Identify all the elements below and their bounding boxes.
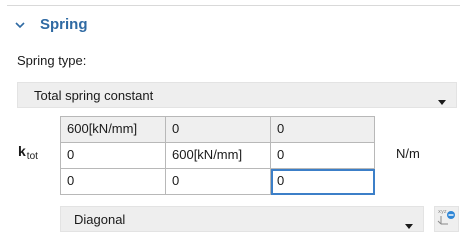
spring-type-label: Spring type: — [17, 53, 87, 68]
spring-type-select[interactable]: Total spring constant — [17, 82, 457, 108]
matrix-cell-3-3[interactable]: 0 — [271, 169, 375, 195]
matrix-cell-2-3[interactable]: 0 — [271, 143, 375, 169]
matrix-cell-3-2[interactable]: 0 — [166, 169, 271, 195]
stiffness-matrix: 600[kN/mm] 0 0 0 600[kN/mm] 0 0 0 0 — [60, 116, 375, 195]
stiffness-symbol-subscript: tot — [26, 151, 38, 162]
matrix-cell-1-1[interactable]: 600[kN/mm] — [61, 117, 166, 143]
section-divider — [7, 5, 460, 6]
coordinate-system-icon: xyz — [437, 207, 456, 231]
matrix-type-select[interactable]: Diagonal — [60, 206, 424, 232]
matrix-type-value: Diagonal — [74, 211, 126, 227]
matrix-cell-1-2[interactable]: 0 — [166, 117, 271, 143]
matrix-cell-1-3[interactable]: 0 — [271, 117, 375, 143]
spring-type-value: Total spring constant — [34, 87, 154, 103]
section-title: Spring — [40, 15, 88, 33]
caret-down-icon — [405, 217, 413, 229]
matrix-cell-3-1[interactable]: 0 — [61, 169, 166, 195]
svg-text:xyz: xyz — [438, 209, 447, 215]
coordinate-system-button[interactable]: xyz — [434, 206, 459, 232]
matrix-cell-2-1[interactable]: 0 — [61, 143, 166, 169]
chevron-down-icon[interactable] — [14, 18, 26, 30]
stiffness-unit: N/m — [396, 146, 420, 161]
section-header-spring[interactable]: Spring — [14, 13, 88, 35]
matrix-cell-2-2[interactable]: 600[kN/mm] — [166, 143, 271, 169]
caret-down-icon — [438, 93, 446, 105]
stiffness-symbol: ktot — [18, 143, 38, 162]
stiffness-symbol-main: k — [18, 143, 26, 159]
